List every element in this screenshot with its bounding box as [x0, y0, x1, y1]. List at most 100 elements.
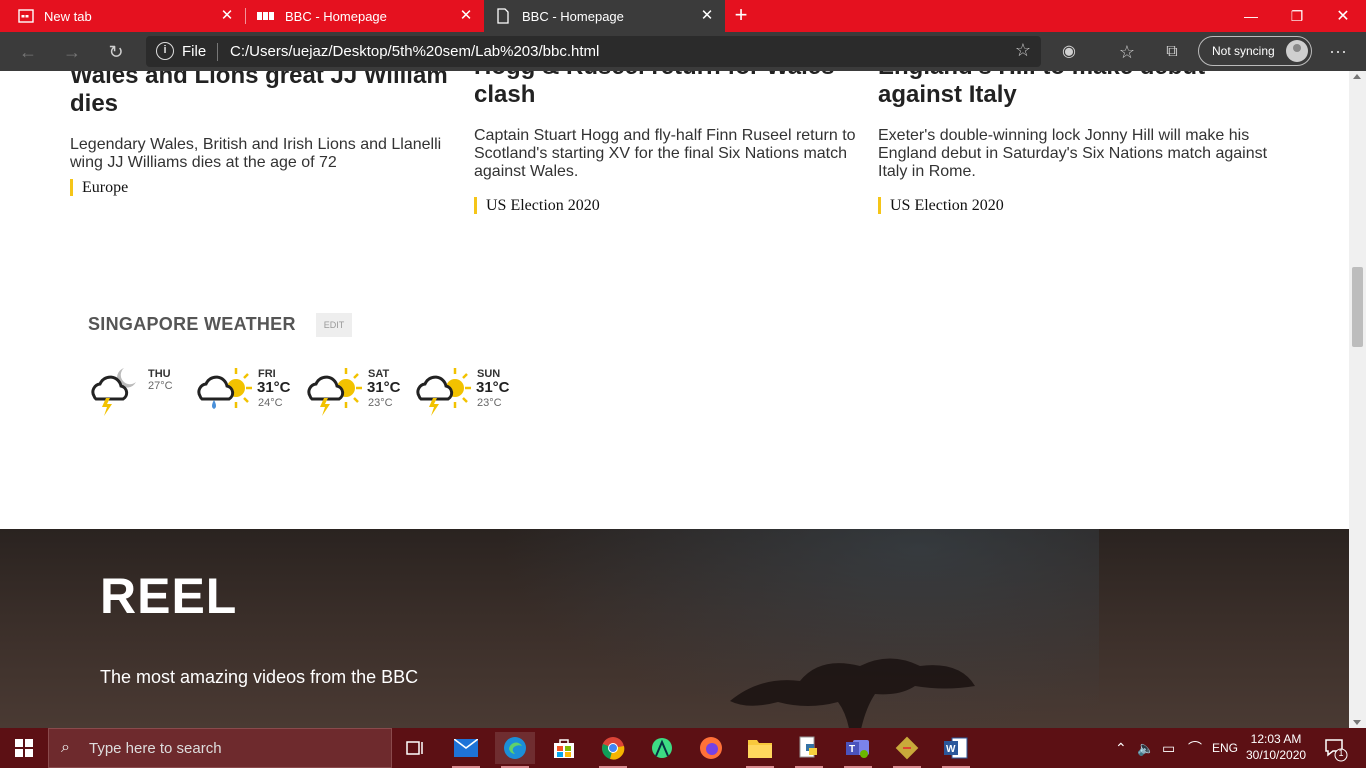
python-icon[interactable] — [789, 732, 829, 768]
new-tab-button[interactable]: + — [731, 4, 751, 28]
clock-date: 30/10/2020 — [1246, 748, 1307, 762]
tab-new-tab[interactable]: New tab ✕ — [0, 0, 245, 32]
show-hidden-icons-icon[interactable]: ⌃ — [1115, 728, 1127, 768]
address-bar[interactable]: i File C:/Users/uejaz/Desktop/5th%20sem/… — [146, 36, 1041, 67]
scroll-thumb[interactable] — [1352, 267, 1363, 347]
newtab-icon — [18, 9, 34, 23]
weather-day-low: 23°C — [368, 397, 393, 409]
weather-day: FRI 31°C 24°C — [196, 366, 301, 416]
battery-icon[interactable]: ▭ — [1162, 728, 1175, 768]
bbc-icon — [257, 12, 274, 20]
weather-day-name: THU — [148, 368, 171, 380]
story-summary: Exeter's double-winning lock Jonny Hill … — [878, 127, 1268, 180]
weather-day: THU 27°C — [86, 366, 186, 416]
volume-icon[interactable]: 🔈 — [1137, 728, 1154, 768]
scroll-up-arrow[interactable] — [1353, 74, 1361, 79]
git-icon[interactable] — [887, 732, 927, 768]
back-icon[interactable]: ← — [16, 40, 40, 64]
close-tab-icon[interactable]: ✕ — [219, 8, 235, 24]
story-title[interactable]: Wales and Lions great JJ William dies — [70, 71, 455, 118]
notification-icon[interactable] — [1320, 733, 1350, 763]
scroll-down-arrow[interactable] — [1353, 720, 1361, 725]
reel-subtitle: The most amazing videos from the BBC — [100, 667, 419, 687]
weather-day-high: 31°C — [257, 379, 291, 396]
profile-sync-button[interactable]: Not syncing — [1198, 36, 1312, 66]
story-tag[interactable]: Europe — [70, 179, 128, 196]
close-window-button[interactable]: ✕ — [1320, 0, 1366, 32]
mail-icon[interactable] — [446, 732, 486, 768]
teams-icon[interactable]: T — [838, 732, 878, 768]
weather-day: SAT 31°C 23°C — [306, 366, 411, 416]
weather-day: SUN 31°C 23°C — [415, 366, 520, 416]
sun-thunder-icon — [416, 368, 471, 416]
minimize-button[interactable]: — — [1228, 0, 1274, 32]
tab-title: New tab — [44, 8, 92, 24]
reel-title: REEL — [100, 568, 238, 624]
story-title[interactable]: Hogg & Ruseel return for Wales clash — [474, 71, 859, 109]
wifi-icon[interactable]: ⌒ — [1188, 728, 1202, 768]
story-tag[interactable]: US Election 2020 — [878, 197, 1004, 214]
restore-button[interactable]: ❐ — [1274, 0, 1320, 32]
weather-edit-button[interactable]: EDIT — [316, 313, 352, 337]
close-tab-icon[interactable]: ✕ — [458, 8, 474, 24]
svg-text:W: W — [946, 744, 956, 755]
windows-taskbar: ⌕ Type here to search T W ⌃ 🔈 ▭ ⌒ ENG 12… — [0, 728, 1366, 768]
clock-time: 12:03 AM — [1250, 732, 1302, 746]
story-card[interactable]: Hogg & Ruseel return for Wales clash Cap… — [474, 71, 859, 214]
search-placeholder: Type here to search — [89, 739, 222, 757]
tree-silhouette — [730, 658, 975, 728]
tab-bbc-homepage-active[interactable]: BBC - Homepage ✕ — [484, 0, 725, 32]
story-card[interactable]: Wales and Lions great JJ William dies Le… — [70, 71, 455, 196]
taskbar-search-box[interactable]: ⌕ Type here to search — [48, 728, 392, 768]
story-summary: Captain Stuart Hogg and fly-half Finn Ru… — [474, 127, 856, 180]
story-title[interactable]: England's Hill to make debut against Ita… — [878, 71, 1263, 109]
story-tag[interactable]: US Election 2020 — [474, 197, 600, 214]
tab-title: BBC - Homepage — [522, 8, 624, 24]
sync-label: Not syncing — [1212, 44, 1275, 58]
word-icon[interactable]: W — [936, 732, 976, 768]
collections-icon[interactable]: ⧉ — [1160, 40, 1184, 64]
weather-day-low: 27°C — [148, 380, 173, 392]
story-card[interactable]: England's Hill to make debut against Ita… — [878, 71, 1267, 214]
svg-text:T: T — [849, 744, 855, 755]
notification-count: 1 — [1338, 748, 1344, 758]
windows-logo-icon — [15, 739, 33, 757]
weather-title: SINGAPORE WEATHER — [88, 314, 296, 334]
android-studio-icon[interactable] — [642, 732, 682, 764]
globe-icon[interactable]: ◉ — [1057, 40, 1081, 64]
avatar — [1286, 40, 1308, 62]
tab-bbc-homepage[interactable]: BBC - Homepage ✕ — [246, 0, 484, 32]
sun-thunder-icon — [307, 368, 362, 416]
url-text[interactable]: C:/Users/uejaz/Desktop/5th%20sem/Lab%203… — [230, 43, 599, 60]
weather-day-low: 24°C — [258, 397, 283, 409]
web-page: Wales and Lions great JJ William dies Le… — [0, 71, 1349, 728]
forward-icon[interactable]: → — [60, 40, 84, 64]
refresh-icon[interactable]: ↻ — [104, 40, 128, 64]
weather-day-high: 31°C — [367, 379, 401, 396]
page-scrollbar[interactable] — [1349, 71, 1366, 728]
language-indicator[interactable]: ENG — [1212, 728, 1238, 768]
tab-title: BBC - Homepage — [285, 8, 387, 24]
scheme-label: File — [182, 43, 207, 60]
store-icon[interactable] — [544, 732, 584, 764]
more-menu-icon[interactable]: ⋯ — [1326, 40, 1350, 64]
tab-strip: New tab ✕ BBC - Homepage ✕ BBC - Homepag… — [0, 0, 1366, 32]
info-icon[interactable]: i — [156, 42, 174, 60]
reel-section: REEL The most amazing videos from the BB… — [0, 529, 1349, 728]
address-separator — [217, 43, 218, 61]
close-tab-icon[interactable]: ✕ — [699, 8, 715, 24]
favorite-star-icon[interactable]: ☆ — [1015, 40, 1031, 61]
weather-day-low: 23°C — [477, 397, 502, 409]
firefox-icon[interactable] — [691, 732, 731, 764]
chrome-icon[interactable] — [593, 732, 633, 768]
file-explorer-icon[interactable] — [740, 732, 780, 768]
edge-icon[interactable] — [495, 732, 535, 768]
browser-toolbar: ← → ↻ i File C:/Users/uejaz/Desktop/5th%… — [0, 32, 1366, 71]
taskbar-clock[interactable]: 12:03 AM 30/10/2020 — [1246, 731, 1306, 763]
start-button[interactable] — [0, 728, 48, 768]
page-icon — [497, 8, 509, 24]
story-summary: Legendary Wales, British and Irish Lions… — [70, 136, 442, 171]
task-view-icon[interactable] — [396, 732, 436, 764]
favorites-icon[interactable]: ☆ — [1115, 40, 1139, 64]
sun-rain-icon — [197, 368, 252, 409]
